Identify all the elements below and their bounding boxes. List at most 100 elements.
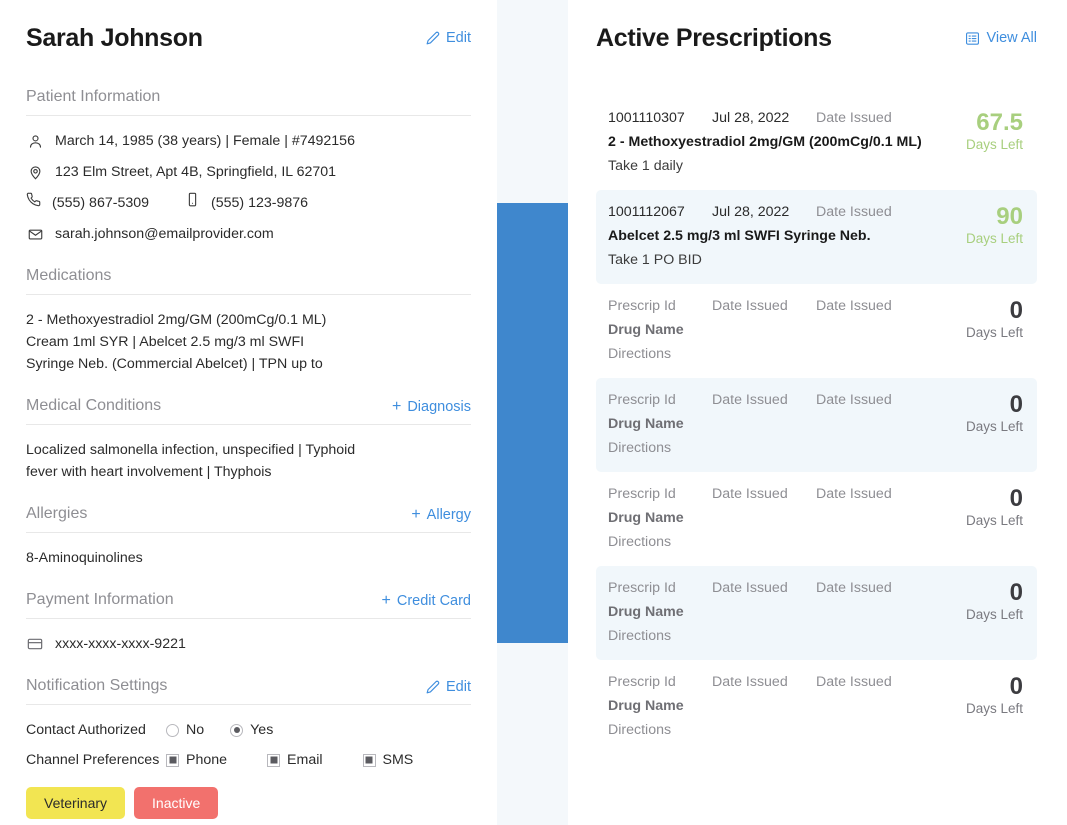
add-allergy-label: Allergy [426,507,471,523]
edit-patient-button[interactable]: Edit [426,30,471,46]
checkbox-indicator-email [267,753,281,767]
channel-sms-label: SMS [382,752,414,768]
prescription-date: Jul 28, 2022 [712,110,790,126]
prescription-meta: Prescrip Id Date Issued Date Issued [608,674,937,690]
inactive-badge[interactable]: Inactive [134,787,219,819]
prescription-days-left-label: Days Left [965,137,1023,153]
add-diagnosis-button[interactable]: + Diagnosis [391,398,471,416]
edit-notification-settings-button[interactable]: Edit [426,679,471,695]
view-all-prescriptions-button[interactable]: View All [965,30,1037,46]
prescription-main: Prescrip Id Date Issued Date Issued Drug… [608,298,937,362]
veterinary-badge[interactable]: Veterinary [26,787,126,819]
prescription-row[interactable]: 1001112067 Jul 28, 2022 Date Issued Abel… [596,190,1037,284]
contact-authorized-label: Contact Authorized [26,722,146,738]
section-payment-information: Payment Information + Credit Card xxxx-x… [26,591,471,655]
section-title-medical-conditions: Medical Conditions [26,397,162,414]
prescription-directions: Directions [608,440,672,456]
prescription-drug-name: Drug Name [608,510,684,526]
credit-card-number: xxxx-xxxx-xxxx-9221 [55,636,186,652]
prescription-directions: Directions [608,628,672,644]
prescription-days-left-value: 0 [1009,673,1023,700]
contact-no-label: No [186,722,205,738]
section-header-notification-settings: Notification Settings Edit [26,677,471,705]
prescription-row[interactable]: Prescrip Id Date Issued Date Issued Drug… [596,660,1037,754]
edit-notification-settings-label: Edit [446,679,471,695]
patient-demographics-text: March 14, 1985 (38 years) | Female | #74… [55,133,355,149]
prescription-date: Date Issued [712,580,788,596]
patient-profile-screen: Sarah Johnson Edit Patient Information M… [0,0,1067,825]
prescription-meta: 1001112067 Jul 28, 2022 Date Issued [608,204,937,220]
prescription-meta: Prescrip Id Date Issued Date Issued [608,298,937,314]
prescription-drug-name: 2 - Methoxyestradiol 2mg/GM (200mCg/0.1 … [608,134,922,150]
add-credit-card-button[interactable]: + Credit Card [382,593,471,610]
prescription-main: Prescrip Id Date Issued Date Issued Drug… [608,486,937,550]
radio-indicator-no [166,723,179,737]
contact-authorized-radio-yes[interactable]: Yes [230,719,273,741]
view-all-label: View All [986,30,1037,46]
medical-conditions-body: Localized salmonella infection, unspecif… [26,425,471,483]
channel-checkbox-phone[interactable]: Phone [166,749,227,771]
prescriptions-list: 1001110307 Jul 28, 2022 Date Issued 2 - … [596,96,1037,754]
section-title-payment-information: Payment Information [26,591,174,608]
prescription-days-left-label: Days Left [965,701,1023,717]
prescription-directions: Directions [608,722,672,738]
allergies-body: 8-Aminoquinolines [26,533,471,569]
prescription-main: 1001112067 Jul 28, 2022 Date Issued Abel… [608,204,937,268]
prescription-main: Prescrip Id Date Issued Date Issued Drug… [608,392,937,456]
section-header-payment-information: Payment Information + Credit Card [26,591,471,619]
prescription-days-left-label: Days Left [965,607,1023,623]
section-medications: Medications 2 - Methoxyestradiol 2mg/GM … [26,267,471,375]
location-pin-icon [26,165,44,180]
plus-icon: + [411,506,421,523]
patient-phone-row: (555) 867-5309 (555) 123-9876 [26,192,471,214]
prescription-row[interactable]: 1001110307 Jul 28, 2022 Date Issued 2 - … [596,96,1037,190]
section-title-allergies: Allergies [26,505,88,522]
prescription-days-left: 0 Days Left [937,580,1023,622]
prescriptions-header: Active Prescriptions View All [596,18,1037,58]
active-prescriptions-panel: Active Prescriptions View All 1001110307 [568,0,1067,825]
plus-icon: + [391,398,402,415]
patient-email-row: sarah.johnson@emailprovider.com [26,223,471,245]
prescription-id: Prescrip Id [608,580,676,596]
credit-card-icon [26,636,44,652]
prescription-id: 1001112067 [608,204,685,220]
prescription-row[interactable]: Prescrip Id Date Issued Date Issued Drug… [596,566,1037,660]
prescription-directions: Take 1 PO BID [608,252,702,268]
channel-checkbox-sms[interactable]: SMS [362,749,414,771]
patient-email-text: sarah.johnson@emailprovider.com [55,226,274,242]
pencil-icon [426,680,440,694]
prescription-date-label: Date Issued [816,486,892,502]
prescription-days-left-label: Days Left [965,419,1023,435]
prescription-days-left: 0 Days Left [937,392,1023,434]
contact-authorized-radio-no[interactable]: No [166,719,204,741]
contact-yes-label: Yes [250,722,274,738]
patient-header: Sarah Johnson Edit [26,18,471,58]
section-notification-settings: Notification Settings Edit Contact Autho… [26,677,471,825]
prescription-row[interactable]: Prescrip Id Date Issued Date Issued Drug… [596,378,1037,472]
person-icon [26,134,44,149]
prescription-days-left-value: 0 [1009,391,1023,418]
channel-checkbox-email[interactable]: Email [267,749,323,771]
prescription-id: 1001110307 [608,110,685,126]
payment-information-body: xxxx-xxxx-xxxx-9221 [26,619,471,655]
prescription-row[interactable]: Prescrip Id Date Issued Date Issued Drug… [596,472,1037,566]
medications-line-3: Syringe Neb. (Commercial Abelcet) | TPN … [26,356,323,372]
prescription-directions: Take 1 daily [608,158,683,174]
vertical-scrollbar-track[interactable] [497,0,568,825]
prescription-days-left-value: 0 [1009,297,1023,324]
add-allergy-button[interactable]: + Allergy [411,506,471,524]
prescription-date-label: Date Issued [816,580,892,596]
channel-preferences-label: Channel Preferences [26,752,160,768]
prescription-row[interactable]: Prescrip Id Date Issued Date Issued Drug… [596,284,1037,378]
phone-icon [26,192,41,214]
channel-preferences-row: Channel Preferences Phone Email SMS [26,749,471,771]
section-medical-conditions: Medical Conditions + Diagnosis Localized… [26,397,471,483]
prescription-id: Prescrip Id [608,298,676,314]
vertical-scrollbar-thumb[interactable] [497,203,568,643]
prescription-date-label: Date Issued [816,392,892,408]
add-diagnosis-label: Diagnosis [407,399,471,415]
prescription-date: Date Issued [712,298,788,314]
prescription-meta: Prescrip Id Date Issued Date Issued [608,392,937,408]
patient-address-row: 123 Elm Street, Apt 4B, Springfield, IL … [26,161,471,183]
section-allergies: Allergies + Allergy 8-Aminoquinolines [26,505,471,569]
